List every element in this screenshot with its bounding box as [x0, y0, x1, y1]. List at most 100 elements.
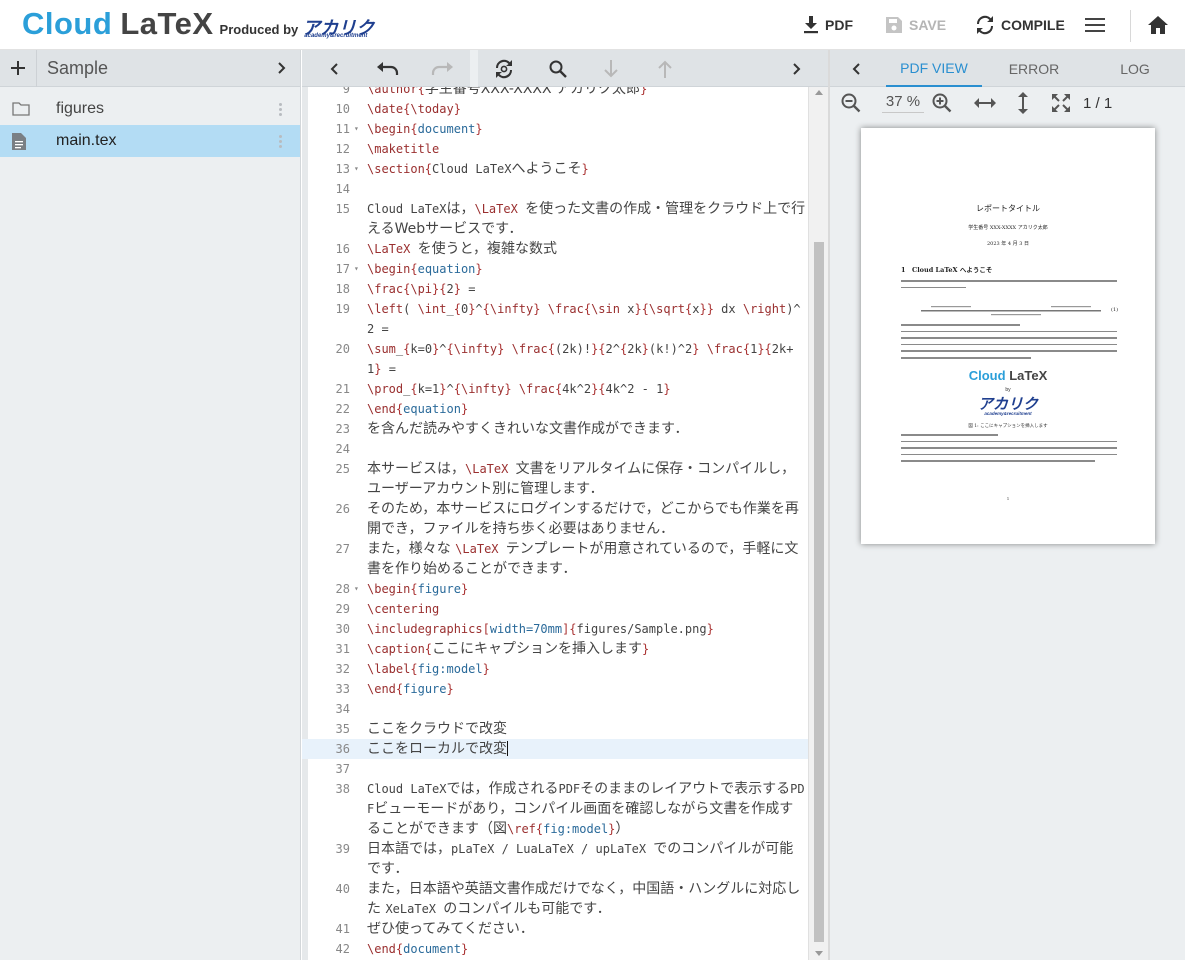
- brand-logo[interactable]: Cloud LaTeX Produced by アカリク academy&recr…: [22, 6, 374, 46]
- code-line-text: を含んだ読みやすくきれいな文書作成ができます．: [367, 421, 689, 437]
- code-line[interactable]: 28 ▾ \begin{figure}: [302, 579, 808, 599]
- code-line[interactable]: 10 \date{\today}: [302, 99, 808, 119]
- brand-cloud: Cloud: [22, 6, 113, 41]
- code-line[interactable]: 17 ▾ \begin{equation}: [302, 259, 808, 279]
- fold-toggle-icon[interactable]: ▾: [354, 119, 362, 139]
- editor-toolbar: [302, 50, 828, 87]
- code-line[interactable]: 12 \maketitle: [302, 139, 808, 159]
- project-name: Sample: [47, 57, 109, 78]
- code-line[interactable]: 27 また，様々な \LaTeX テンプレートが用意されているので，手軽に文書を作…: [302, 539, 808, 579]
- add-file-button[interactable]: [0, 49, 37, 87]
- collapse-file-panel-button[interactable]: [264, 50, 300, 87]
- code-line[interactable]: 15 Cloud LaTeXは，\LaTeX を使った文書の作成・管理をクラウド上…: [302, 199, 808, 239]
- code-line[interactable]: 40 また，日本語や英語文書作成だけでなく，中国語・ハングルに対応した XeLaT…: [302, 879, 808, 919]
- line-number: 38: [335, 782, 350, 796]
- code-line[interactable]: 11 ▾ \begin{document}: [302, 119, 808, 139]
- fold-toggle-icon[interactable]: ▾: [354, 159, 362, 179]
- fold-toggle-icon[interactable]: ▾: [354, 579, 362, 599]
- arrow-down-icon: [604, 59, 618, 77]
- home-button[interactable]: [1148, 0, 1168, 50]
- tab-pdf-view[interactable]: PDF VIEW: [886, 50, 982, 87]
- code-line[interactable]: 14: [302, 179, 808, 199]
- code-line[interactable]: 18 \frac{\pi}{2} =: [302, 279, 808, 299]
- search-button[interactable]: [536, 50, 580, 87]
- more-options-icon[interactable]: [272, 102, 288, 116]
- fit-width-button[interactable]: [974, 92, 996, 114]
- code-line[interactable]: 37: [302, 759, 808, 779]
- fit-page-button[interactable]: [1050, 92, 1072, 114]
- code-line[interactable]: 25 本サービスは，\LaTeX 文書をリアルタイムに保存・コンパイルし，ユーザー…: [302, 459, 808, 499]
- code-lines[interactable]: 9 \author{学生番号XXX-XXXX アカリク太郎} 10 \date{\to…: [302, 87, 808, 959]
- code-line[interactable]: 32 \label{fig:model}: [302, 659, 808, 679]
- code-line[interactable]: 20 \sum_{k=0}^{\infty} \frac{(2k)!}{2^{2k…: [302, 339, 808, 379]
- menu-button[interactable]: [1085, 0, 1105, 50]
- code-line[interactable]: 23 を含んだ読みやすくきれいな文書作成ができます．: [302, 419, 808, 439]
- line-number: 35: [335, 722, 350, 736]
- code-line[interactable]: 9 \author{学生番号XXX-XXXX アカリク太郎}: [302, 87, 808, 99]
- save-icon: [886, 17, 902, 33]
- redo-button[interactable]: [420, 50, 464, 87]
- code-line[interactable]: 35 ここをクラウドで改変: [302, 719, 808, 739]
- previous-match-button[interactable]: [643, 50, 687, 87]
- save-button[interactable]: SAVE: [885, 0, 946, 50]
- scroll-down-arrow[interactable]: [815, 951, 823, 956]
- code-line[interactable]: 21 \prod_{k=1}^{\infty} \frac{4k^2}{4k^2 …: [302, 379, 808, 399]
- editor-scroll-thumb[interactable]: [814, 242, 824, 942]
- line-number: 40: [335, 882, 350, 896]
- line-number: 9: [342, 87, 350, 96]
- tree-item-main-tex[interactable]: main.tex: [0, 125, 300, 157]
- pdf-date: 2023 年 4 月 3 日: [986, 241, 1030, 247]
- expand-editor-button[interactable]: [844, 50, 868, 87]
- pdf-page[interactable]: レポートタイトル 学生番号 XXX-XXXX アカリク太郎 2023 年 4 月…: [861, 128, 1155, 544]
- code-line[interactable]: 29 \centering: [302, 599, 808, 619]
- collapse-editor-button[interactable]: [775, 50, 819, 87]
- line-number: 19: [335, 302, 350, 316]
- code-line[interactable]: 33 \end{figure}: [302, 679, 808, 699]
- tree-item-figures[interactable]: figures: [0, 93, 300, 125]
- fit-height-button[interactable]: [1012, 92, 1034, 114]
- code-line[interactable]: 16 \LaTeX を使うと，複雑な数式: [302, 239, 808, 259]
- code-line[interactable]: 36 ここをローカルで改変: [302, 739, 808, 759]
- hamburger-icon: [1085, 18, 1105, 32]
- code-line[interactable]: 41 ぜひ使ってみてください．: [302, 919, 808, 939]
- pdf-text-block: [901, 324, 1117, 364]
- undo-button[interactable]: [366, 50, 410, 87]
- next-match-button[interactable]: [589, 50, 633, 87]
- more-options-icon[interactable]: [272, 134, 288, 148]
- code-line[interactable]: 19 \left( \int_{0}^{\infty} \frac{\sin x}…: [302, 299, 808, 339]
- pdf-toolbar: 37 % 1 / 1: [830, 87, 1185, 119]
- code-line[interactable]: 39 日本語では，pLaTeX / LuaLaTeX / upLaTeX でのコン…: [302, 839, 808, 879]
- editor-scrollbar[interactable]: [808, 87, 828, 960]
- tab-error[interactable]: ERROR: [988, 50, 1080, 87]
- code-line[interactable]: 42 \end{document}: [302, 939, 808, 959]
- code-line[interactable]: 31 \caption{ここにキャプションを挿入します}: [302, 639, 808, 659]
- zoom-level[interactable]: 37 %: [882, 93, 924, 113]
- code-line-text: 本サービスは，\LaTeX 文書をリアルタイムに保存・コンパイルし，ユーザーアカ…: [367, 461, 796, 497]
- home-icon: [1148, 16, 1168, 34]
- line-number: 20: [335, 342, 350, 356]
- code-line[interactable]: 26 そのため，本サービスにログインするだけで，どこからでも作業を再開でき，ファイ…: [302, 499, 808, 539]
- compile-button[interactable]: COMPILE: [975, 0, 1065, 50]
- expand-file-panel-button[interactable]: [312, 50, 356, 87]
- zoom-out-button[interactable]: [840, 92, 862, 114]
- code-line[interactable]: 30 \includegraphics[width=70mm]{figures/S…: [302, 619, 808, 639]
- tab-log[interactable]: LOG: [1092, 50, 1178, 87]
- line-number: 39: [335, 842, 350, 856]
- editor-body[interactable]: 9 \author{学生番号XXX-XXXX アカリク太郎} 10 \date{\to…: [302, 87, 828, 960]
- zoom-in-button[interactable]: [931, 92, 953, 114]
- sync-button[interactable]: [482, 50, 526, 87]
- line-number: 23: [335, 422, 350, 436]
- code-line[interactable]: 22 \end{equation}: [302, 399, 808, 419]
- download-pdf-button[interactable]: PDF: [803, 0, 853, 50]
- code-line[interactable]: 34: [302, 699, 808, 719]
- code-line-text: \end{document}: [367, 942, 469, 956]
- code-line[interactable]: 13 ▾ \section{Cloud LaTeXへようこそ}: [302, 159, 808, 179]
- code-line[interactable]: 38 Cloud LaTeXでは，作成されるPDFそのままのレイアウトで表示するP…: [302, 779, 808, 839]
- code-line[interactable]: 24: [302, 439, 808, 459]
- scroll-up-arrow[interactable]: [815, 90, 823, 95]
- fold-toggle-icon[interactable]: ▾: [354, 259, 362, 279]
- code-line-text: \label{fig:model}: [367, 662, 490, 676]
- line-number: 34: [335, 702, 350, 716]
- code-line-text: \prod_{k=1}^{\infty} \frac{4k^2}{4k^2 - …: [367, 382, 671, 396]
- pdf-page-number: 1: [1006, 496, 1010, 501]
